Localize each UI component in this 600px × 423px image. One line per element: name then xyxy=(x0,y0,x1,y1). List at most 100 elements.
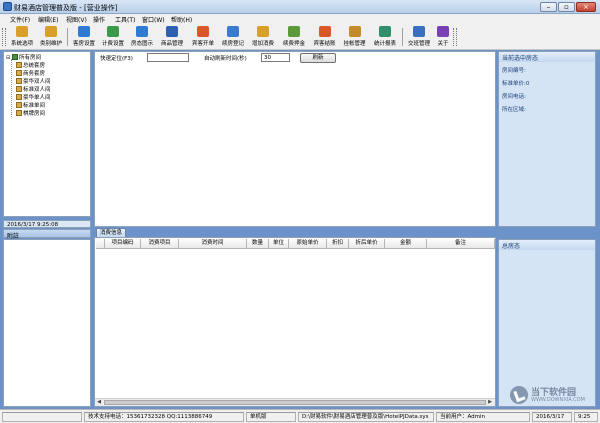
menu-view[interactable]: 视图(V) xyxy=(66,15,87,24)
status-date: 2016/3/17 xyxy=(532,412,572,422)
minimize-button[interactable]: – xyxy=(540,2,557,12)
tree-floor-item[interactable]: 标准双人间 xyxy=(16,85,51,93)
category-icon xyxy=(45,26,57,37)
toolbar-credit-account-button[interactable]: 挂帐管理 xyxy=(340,26,369,49)
column-header[interactable]: 备注 xyxy=(427,239,495,249)
scroll-right-icon[interactable]: ▶ xyxy=(486,399,494,406)
extend-stay-icon xyxy=(227,26,239,37)
menu-edit[interactable]: 编辑(E) xyxy=(38,15,58,24)
toolbar-open-order-button[interactable]: 宾客开单 xyxy=(188,26,218,49)
horizontal-scrollbar[interactable]: ◀ ▶ xyxy=(95,398,495,406)
toolbar-separator xyxy=(402,28,403,46)
total-room-status-panel: 总房态 xyxy=(498,239,596,407)
status-message xyxy=(2,412,82,422)
downxia-logo-icon xyxy=(510,386,528,404)
column-header[interactable]: 数量 xyxy=(247,239,269,249)
column-header[interactable]: 折扣 xyxy=(327,239,349,249)
floor-icon xyxy=(16,102,22,108)
toolbar-label: 类别维护 xyxy=(39,41,62,47)
toolbar-deposit-button[interactable]: 续费押金 xyxy=(279,26,309,49)
toolbar-label: 挂帐管理 xyxy=(343,41,366,47)
column-header[interactable]: 项目编码 xyxy=(105,239,141,249)
close-button[interactable]: × xyxy=(576,2,596,12)
tree-floor-item[interactable]: 豪华双人间 xyxy=(16,77,51,85)
collapse-icon: ⊟ xyxy=(6,55,11,61)
column-header[interactable]: 消费项目 xyxy=(141,239,179,249)
toolbar-about-button[interactable]: 关于 xyxy=(435,26,451,49)
menu-operation[interactable]: 操作 xyxy=(93,15,105,24)
quick-locate-label: 快速定位(F3) xyxy=(100,56,133,62)
toolbar-room-status-button[interactable]: 房态图示 xyxy=(128,26,156,49)
toolbar-billing-settings-button[interactable]: 计费设置 xyxy=(99,26,127,49)
toolbar-category-button[interactable]: 类别维护 xyxy=(37,26,65,49)
column-header[interactable]: 金额 xyxy=(385,239,427,249)
tree-floor-item[interactable]: 豪华单人间 xyxy=(16,93,51,101)
toolbar-goods-button[interactable]: 商品管理 xyxy=(157,26,187,49)
toolbar-report-button[interactable]: 统计报表 xyxy=(370,26,400,49)
app-icon xyxy=(3,2,12,11)
status-data-path: D:\财易软件\财易酒店管理普及版\HotelPJData.sys xyxy=(298,412,434,422)
column-header[interactable]: 折后单价 xyxy=(349,239,385,249)
toolbar-room-settings-button[interactable]: 客房设置 xyxy=(70,26,98,49)
credit-account-icon xyxy=(348,26,361,37)
watermark-url: WWW.DOWNXIA.COM xyxy=(531,397,585,403)
tab-consumption-info[interactable]: 消费信息 xyxy=(96,228,126,237)
shift-handover-icon xyxy=(413,26,425,37)
standard-price-field: 标准单价:0 xyxy=(502,81,530,87)
column-header[interactable]: 原始单价 xyxy=(289,239,327,249)
auto-refresh-input[interactable] xyxy=(261,53,290,62)
quick-locate-input[interactable] xyxy=(147,53,189,62)
refresh-button[interactable]: 刷新 xyxy=(300,53,336,63)
selected-room-panel: 当前选中房态 房间编号: 标准单价:0 房间电话: 所在区域: xyxy=(498,51,596,227)
room-tree: ⊟ 所有房间 总统套房 商务套房 豪华双人间 标准双人间 豪华单人间 标准单间 … xyxy=(3,51,91,217)
toolbar-label: 系统选项 xyxy=(10,41,33,47)
toolbar-shift-handover-button[interactable]: 交班管理 xyxy=(404,26,434,49)
toolbar-add-consumption-button[interactable]: 增加消费 xyxy=(248,26,278,49)
selected-room-header: 当前选中房态 xyxy=(499,52,595,62)
status-time: 9:25 xyxy=(574,412,598,422)
toolbar-system-options-button[interactable]: 系统选项 xyxy=(8,26,36,49)
room-number-field: 房间编号: xyxy=(502,68,526,74)
scroll-thumb[interactable] xyxy=(104,400,486,405)
tree-floor-item[interactable]: 商务套房 xyxy=(16,69,45,77)
toolbar-label: 续费押金 xyxy=(282,41,305,47)
floor-icon xyxy=(16,62,22,68)
menu-help[interactable]: 帮助(H) xyxy=(171,15,192,24)
floor-icon xyxy=(16,86,22,92)
toolbar-grip[interactable] xyxy=(2,28,6,46)
column-header[interactable]: 消费时间 xyxy=(179,239,247,249)
row-header-corner xyxy=(96,239,105,249)
toolbar-extend-stay-button[interactable]: 续房登记 xyxy=(219,26,247,49)
toolbar-label: 统计报表 xyxy=(373,41,396,47)
tree-floor-item[interactable]: 总统套房 xyxy=(16,61,45,69)
tree-floor-item[interactable]: 标准单间 xyxy=(16,101,45,109)
status-user: 当前用户：Admin xyxy=(436,412,530,422)
gear-icon xyxy=(16,26,28,37)
menu-file[interactable]: 文件(F) xyxy=(10,15,30,24)
menu-tools[interactable]: 工具(T) xyxy=(115,15,135,24)
consumption-grid[interactable]: 项目编码 消费项目 消费时间 数量 单位 原始单价 折扣 折后单价 金额 备注 xyxy=(94,237,496,407)
toolbar-overflow[interactable] xyxy=(453,28,457,46)
room-phone-field: 房间电话: xyxy=(502,94,526,100)
menu-window[interactable]: 窗口(W) xyxy=(142,15,165,24)
current-datetime: 2016/3/17 9:25:08 xyxy=(3,220,91,228)
restore-button[interactable]: ▫ xyxy=(558,2,575,12)
tab-strip: 消费信息 xyxy=(94,228,496,237)
tree-root[interactable]: ⊟ 所有房间 xyxy=(6,53,41,61)
remark-textarea[interactable] xyxy=(3,239,91,407)
toolbar-checkout-button[interactable]: 宾客结账 xyxy=(310,26,339,49)
window-title: 财易酒店管理普及版 - [营业操作] xyxy=(14,4,118,12)
room-status-area[interactable]: 快速定位(F3) 自动刷新时间(秒) 刷新 xyxy=(94,51,496,227)
tree-connector xyxy=(11,59,12,117)
status-edition: 单机版 xyxy=(246,412,296,422)
floor-icon xyxy=(16,110,22,116)
toolbar-label: 宾客开单 xyxy=(191,41,214,47)
column-header[interactable]: 单位 xyxy=(269,239,289,249)
room-area-field: 所在区域: xyxy=(502,107,526,113)
room-settings-icon xyxy=(78,26,90,37)
checkout-icon xyxy=(318,26,331,37)
add-consumption-icon xyxy=(257,26,269,37)
scroll-left-icon[interactable]: ◀ xyxy=(95,399,103,406)
floor-icon xyxy=(16,70,22,76)
tree-floor-item[interactable]: 棋牌房间 xyxy=(16,109,45,117)
